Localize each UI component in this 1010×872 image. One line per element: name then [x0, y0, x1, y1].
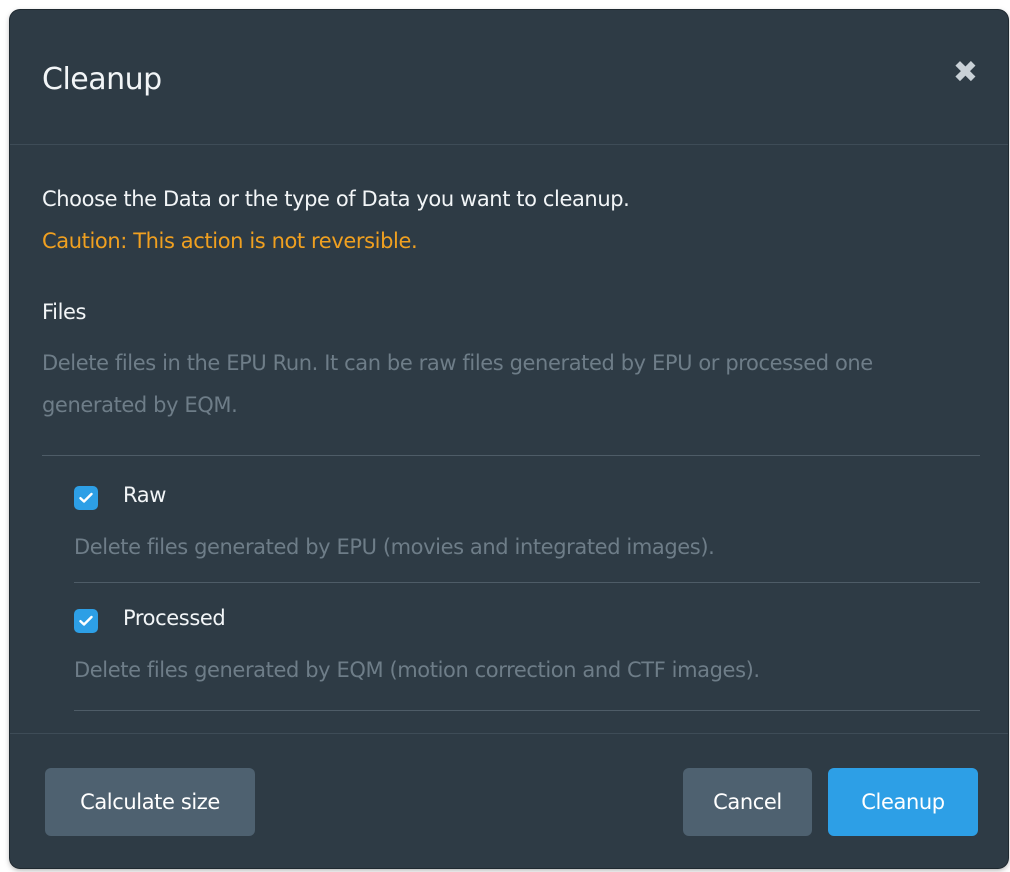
intro-text: Choose the Data or the type of Data you …	[42, 187, 630, 211]
raw-description: Delete files generated by EPU (movies an…	[74, 535, 715, 559]
cancel-button[interactable]: Cancel	[683, 768, 812, 836]
cleanup-dialog: Cleanup ✖ Choose the Data or the type of…	[10, 10, 1008, 868]
option-divider	[74, 582, 980, 583]
raw-label[interactable]: Raw	[123, 483, 166, 507]
close-icon[interactable]: ✖	[953, 58, 978, 88]
dialog-footer: Calculate size Cancel Cleanup	[10, 733, 1008, 868]
processed-checkbox[interactable]	[74, 609, 98, 633]
check-icon	[79, 492, 93, 503]
processed-description: Delete files generated by EQM (motion co…	[74, 658, 760, 682]
dialog-header: Cleanup ✖	[10, 10, 1008, 145]
processed-label[interactable]: Processed	[123, 606, 226, 630]
raw-checkbox[interactable]	[74, 486, 98, 510]
cleanup-button[interactable]: Cleanup	[828, 768, 978, 836]
section-divider	[42, 455, 980, 456]
files-section-title: Files	[42, 300, 87, 324]
files-section-description: Delete files in the EPU Run. It can be r…	[42, 351, 873, 417]
check-icon	[79, 615, 93, 626]
caution-text: Caution: This action is not reversible.	[42, 229, 418, 253]
option-divider	[74, 710, 980, 711]
calculate-size-button[interactable]: Calculate size	[45, 768, 255, 836]
dialog-title: Cleanup	[42, 62, 162, 97]
